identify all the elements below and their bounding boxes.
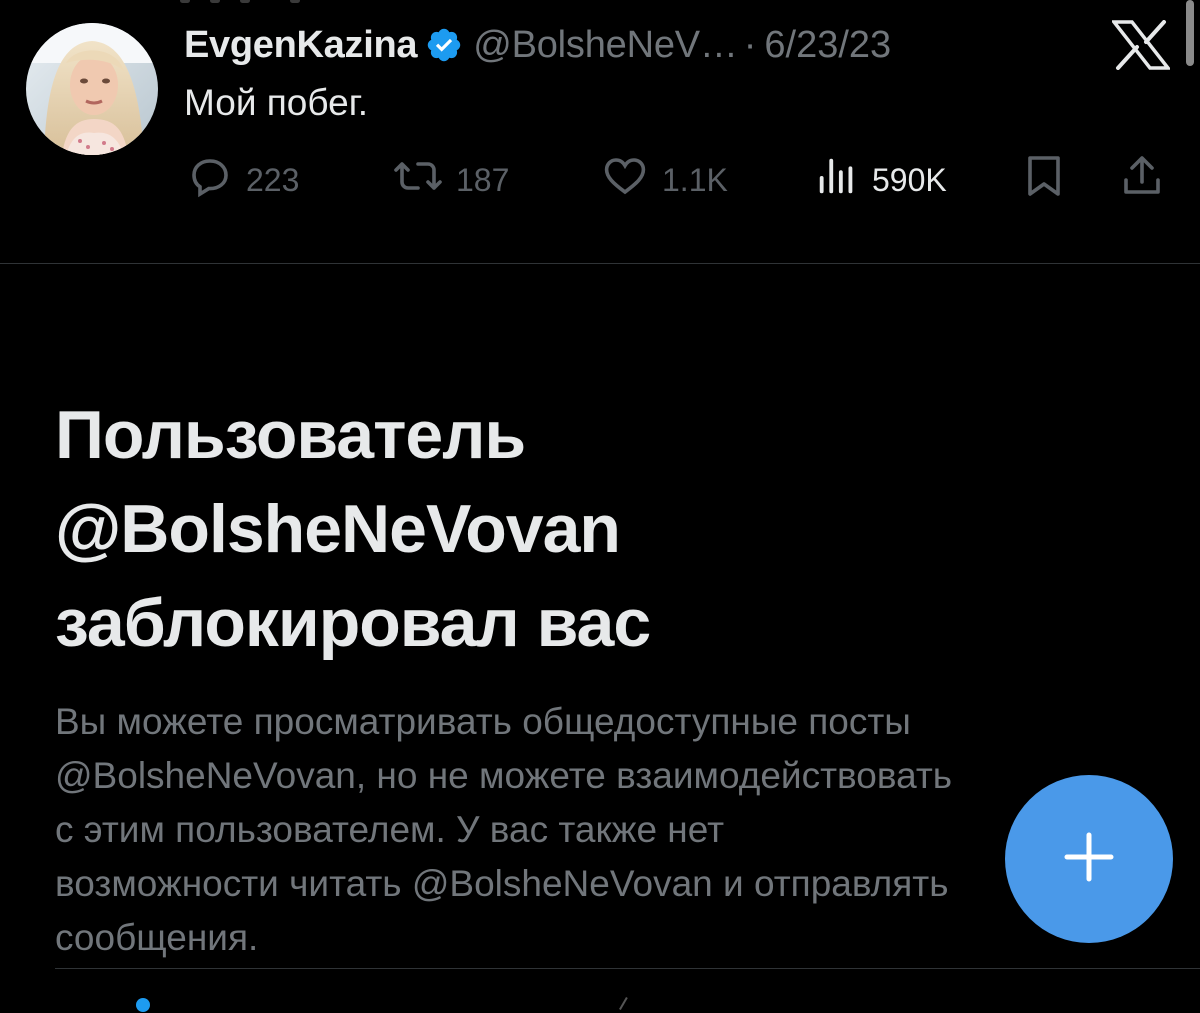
tweet-actions: 223 187 1.1K 590K [186, 152, 1166, 208]
scrollbar[interactable] [1186, 0, 1194, 66]
bookmark-icon [1022, 152, 1078, 208]
reply-icon [186, 152, 246, 208]
reply-count: 223 [246, 161, 300, 198]
blocked-title: Пользователь @BolsheNeVovan заблокировал… [55, 388, 1055, 670]
divider [55, 968, 1200, 969]
like-button[interactable]: 1.1K [600, 152, 728, 208]
views-count: 590K [872, 161, 947, 198]
views-button[interactable]: 590K [814, 152, 947, 208]
notification-dot [136, 998, 150, 1012]
blocked-description-line: с этим пользователем. У вас также нет [55, 809, 725, 850]
tweet-header: EvgenKazina @BolsheNeV… · 6/23/23 [184, 22, 891, 68]
tab-bar-edge [619, 996, 633, 1013]
blocked-title-line: @BolsheNeVovan [55, 491, 621, 567]
tweet[interactable]: EvgenKazina @BolsheNeV… · 6/23/23 Мой по… [0, 0, 1200, 264]
like-count: 1.1K [662, 161, 728, 198]
heart-icon [600, 152, 662, 208]
tweet-date[interactable]: 6/23/23 [764, 24, 891, 67]
bookmark-button[interactable] [1022, 152, 1078, 208]
blocked-description-line: @BolsheNeVovan, но не можете взаимодейст… [55, 755, 953, 796]
handle[interactable]: @BolsheNeV… [473, 24, 738, 67]
repost-count: 187 [456, 161, 510, 198]
blocked-description-line: возможности читать @BolsheNeVovan и отпр… [55, 863, 949, 904]
repost-button[interactable]: 187 [392, 152, 509, 208]
verified-badge-icon [425, 26, 463, 64]
tweet-text: Мой побег. [184, 82, 368, 123]
blocked-description-line: Вы можете просматривать общедоступные по… [55, 701, 911, 742]
blocked-title-line: Пользователь [55, 397, 526, 473]
separator-dot: · [743, 23, 757, 66]
compose-button[interactable] [1005, 775, 1173, 943]
divider [0, 263, 1200, 264]
blocked-description: Вы можете просматривать общедоступные по… [55, 695, 1155, 965]
display-name[interactable]: EvgenKazina [184, 24, 418, 67]
x-logo-icon[interactable] [1110, 20, 1172, 70]
avatar[interactable] [26, 23, 158, 155]
views-icon [814, 152, 872, 208]
repost-icon [392, 152, 456, 208]
share-icon [1120, 152, 1176, 208]
plus-icon [1059, 827, 1119, 892]
share-button[interactable] [1120, 152, 1176, 208]
reply-button[interactable]: 223 [186, 152, 299, 208]
blocked-description-line: сообщения. [55, 917, 259, 958]
blocked-title-line: заблокировал вас [55, 585, 651, 661]
